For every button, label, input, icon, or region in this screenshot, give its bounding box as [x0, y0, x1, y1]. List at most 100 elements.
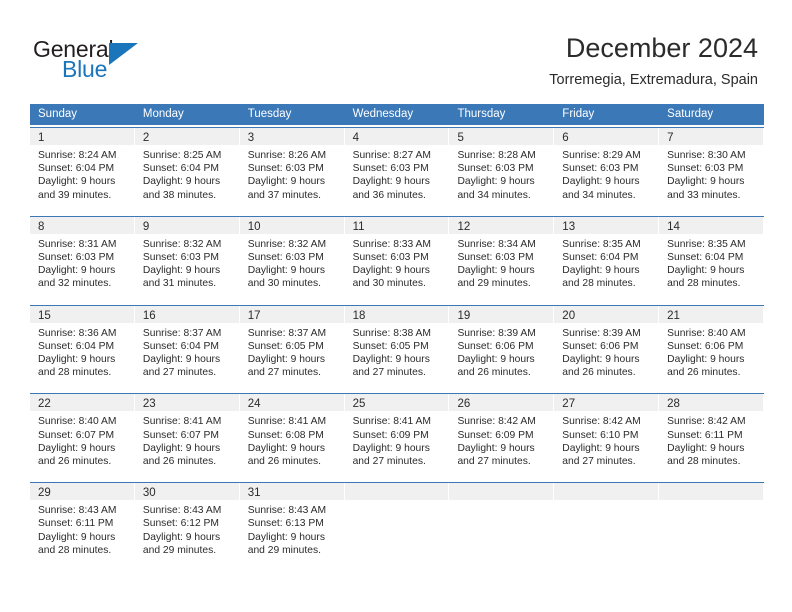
day-cell[interactable]: 22 Sunrise: 8:40 AM Sunset: 6:07 PM Dayl… — [30, 394, 135, 473]
day-cell[interactable]: 29 Sunrise: 8:43 AM Sunset: 6:11 PM Dayl… — [30, 483, 135, 562]
sunset-text: Sunset: 6:05 PM — [247, 340, 324, 352]
weekday-header-monday: Monday — [142, 108, 184, 120]
day-cell[interactable]: 14 Sunrise: 8:35 AM Sunset: 6:04 PM Dayl… — [659, 216, 765, 295]
sunrise-text: Sunrise: 8:32 AM — [247, 238, 327, 250]
sunset-text: Sunset: 6:11 PM — [38, 518, 114, 530]
daylight-text-line1: Daylight: 9 hours — [667, 176, 745, 188]
sunset-text: Sunset: 6:11 PM — [667, 429, 743, 441]
day-details: Sunrise: 8:32 AM Sunset: 6:03 PM Dayligh… — [240, 234, 344, 295]
sunset-text: Sunset: 6:03 PM — [142, 252, 219, 264]
week-row: 22 Sunrise: 8:40 AM Sunset: 6:07 PM Dayl… — [30, 393, 765, 473]
day-cell[interactable]: 25 Sunrise: 8:41 AM Sunset: 6:09 PM Dayl… — [344, 394, 450, 473]
day-cell[interactable]: 9 Sunrise: 8:32 AM Sunset: 6:03 PM Dayli… — [134, 216, 240, 295]
day-cell[interactable]: 11 Sunrise: 8:33 AM Sunset: 6:03 PM Dayl… — [344, 216, 450, 295]
day-number: 11 — [352, 220, 365, 233]
day-number-band: 10 — [239, 216, 344, 234]
sunset-text: Sunset: 6:07 PM — [38, 429, 115, 441]
day-number: 30 — [142, 487, 156, 500]
day-number: 16 — [142, 309, 156, 322]
day-cell[interactable]: 21 Sunrise: 8:40 AM Sunset: 6:06 PM Dayl… — [659, 305, 765, 384]
calendar-page: General Blue December 2024 Torremegia, E… — [0, 0, 792, 612]
daylight-text-line2: and 26 minutes. — [457, 367, 531, 379]
day-cell[interactable]: 27 Sunrise: 8:42 AM Sunset: 6:10 PM Dayl… — [554, 394, 660, 473]
day-number: 13 — [562, 220, 576, 233]
day-cell[interactable]: 24 Sunrise: 8:41 AM Sunset: 6:08 PM Dayl… — [239, 394, 345, 473]
day-cell[interactable]: 16 Sunrise: 8:37 AM Sunset: 6:04 PM Dayl… — [134, 305, 240, 384]
sunrise-text: Sunrise: 8:43 AM — [38, 505, 117, 517]
day-number-band: 15 — [30, 305, 134, 323]
daylight-text-line1: Daylight: 9 hours — [142, 442, 221, 454]
day-number-band: 13 — [554, 216, 659, 234]
day-number-band: 30 — [134, 483, 239, 501]
day-number: 23 — [142, 398, 156, 411]
day-cell[interactable]: 2 Sunrise: 8:25 AM Sunset: 6:04 PM Dayli… — [134, 128, 240, 206]
day-cell[interactable]: 13 Sunrise: 8:35 AM Sunset: 6:04 PM Dayl… — [554, 216, 660, 295]
weekday-header-thursday: Thursday — [457, 108, 506, 120]
daylight-text-line1: Daylight: 9 hours — [247, 265, 325, 277]
day-cell[interactable]: 18 Sunrise: 8:38 AM Sunset: 6:05 PM Dayl… — [344, 305, 450, 384]
day-cell[interactable]: 17 Sunrise: 8:37 AM Sunset: 6:05 PM Dayl… — [239, 305, 345, 384]
sunrise-text: Sunrise: 8:39 AM — [562, 327, 641, 339]
day-cell-empty — [554, 483, 660, 562]
sunrise-text: Sunrise: 8:42 AM — [562, 416, 641, 428]
sunrise-text: Sunrise: 8:42 AM — [457, 416, 536, 428]
sunset-text: Sunset: 6:03 PM — [247, 163, 324, 175]
sunrise-text: Sunrise: 8:37 AM — [247, 327, 327, 339]
daylight-text-line1: Daylight: 9 hours — [38, 354, 116, 366]
daylight-text-line2: and 36 minutes. — [352, 189, 426, 201]
day-cell[interactable]: 19 Sunrise: 8:39 AM Sunset: 6:06 PM Dayl… — [449, 305, 555, 384]
sunset-text: Sunset: 6:04 PM — [38, 340, 115, 352]
daylight-text-line2: and 34 minutes. — [457, 189, 531, 201]
day-cell[interactable]: 23 Sunrise: 8:41 AM Sunset: 6:07 PM Dayl… — [134, 394, 240, 473]
daylight-text-line1: Daylight: 9 hours — [142, 354, 221, 366]
day-cell-empty — [344, 483, 450, 562]
daylight-text-line2: and 27 minutes. — [352, 456, 426, 468]
day-cell[interactable]: 28 Sunrise: 8:42 AM Sunset: 6:11 PM Dayl… — [659, 394, 765, 473]
day-details: Sunrise: 8:38 AM Sunset: 6:05 PM Dayligh… — [345, 323, 449, 384]
day-cell[interactable]: 6 Sunrise: 8:29 AM Sunset: 6:03 PM Dayli… — [554, 128, 660, 206]
day-cell[interactable]: 31 Sunrise: 8:43 AM Sunset: 6:13 PM Dayl… — [239, 483, 345, 562]
weekday-header-row: Sunday Monday Tuesday Wednesday Thursday… — [30, 104, 764, 125]
daylight-text-line1: Daylight: 9 hours — [352, 265, 430, 277]
daylight-text-line1: Daylight: 9 hours — [562, 176, 640, 188]
day-details: Sunrise: 8:35 AM Sunset: 6:04 PM Dayligh… — [659, 234, 763, 295]
daylight-text-line2: and 27 minutes. — [142, 367, 217, 379]
day-details: Sunrise: 8:24 AM Sunset: 6:04 PM Dayligh… — [30, 145, 134, 206]
day-number-band: 27 — [554, 394, 659, 412]
day-details — [449, 500, 553, 508]
day-cell[interactable]: 20 Sunrise: 8:39 AM Sunset: 6:06 PM Dayl… — [554, 305, 660, 384]
day-cell[interactable]: 1 Sunrise: 8:24 AM Sunset: 6:04 PM Dayli… — [30, 128, 135, 206]
day-cell[interactable]: 4 Sunrise: 8:27 AM Sunset: 6:03 PM Dayli… — [344, 128, 450, 206]
brand-logo[interactable]: General Blue — [33, 36, 233, 92]
day-cell[interactable]: 10 Sunrise: 8:32 AM Sunset: 6:03 PM Dayl… — [239, 216, 345, 295]
sunrise-text: Sunrise: 8:36 AM — [38, 327, 117, 339]
day-cell-empty — [659, 483, 765, 562]
day-details: Sunrise: 8:31 AM Sunset: 6:03 PM Dayligh… — [30, 234, 134, 295]
day-cell[interactable]: 12 Sunrise: 8:34 AM Sunset: 6:03 PM Dayl… — [449, 216, 555, 295]
day-cell[interactable]: 26 Sunrise: 8:42 AM Sunset: 6:09 PM Dayl… — [449, 394, 555, 473]
day-number-band: 25 — [344, 394, 449, 412]
day-cell[interactable]: 7 Sunrise: 8:30 AM Sunset: 6:03 PM Dayli… — [659, 128, 765, 206]
day-cell[interactable]: 30 Sunrise: 8:43 AM Sunset: 6:12 PM Dayl… — [134, 483, 240, 562]
daylight-text-line2: and 34 minutes. — [562, 189, 636, 201]
day-number: 25 — [352, 398, 366, 411]
day-cell[interactable]: 3 Sunrise: 8:26 AM Sunset: 6:03 PM Dayli… — [239, 128, 345, 206]
day-number: 19 — [457, 309, 471, 322]
day-number-band: 8 — [30, 216, 134, 234]
sunset-text: Sunset: 6:09 PM — [352, 429, 429, 441]
day-cell-empty — [449, 483, 555, 562]
daylight-text-line2: and 38 minutes. — [142, 189, 217, 201]
day-number-band: 20 — [554, 305, 659, 323]
day-cell[interactable]: 8 Sunrise: 8:31 AM Sunset: 6:03 PM Dayli… — [30, 216, 135, 295]
daylight-text-line1: Daylight: 9 hours — [457, 176, 535, 188]
sunrise-text: Sunrise: 8:37 AM — [142, 327, 222, 339]
weekday-header-friday: Friday — [562, 108, 595, 120]
day-cell[interactable]: 5 Sunrise: 8:28 AM Sunset: 6:03 PM Dayli… — [449, 128, 555, 206]
daylight-text-line2: and 26 minutes. — [667, 367, 741, 379]
day-details: Sunrise: 8:43 AM Sunset: 6:12 PM Dayligh… — [135, 500, 239, 561]
daylight-text-line1: Daylight: 9 hours — [247, 442, 325, 454]
daylight-text-line2: and 27 minutes. — [457, 456, 531, 468]
day-number-band: 24 — [239, 394, 344, 412]
daylight-text-line2: and 27 minutes. — [562, 456, 636, 468]
day-cell[interactable]: 15 Sunrise: 8:36 AM Sunset: 6:04 PM Dayl… — [30, 305, 135, 384]
